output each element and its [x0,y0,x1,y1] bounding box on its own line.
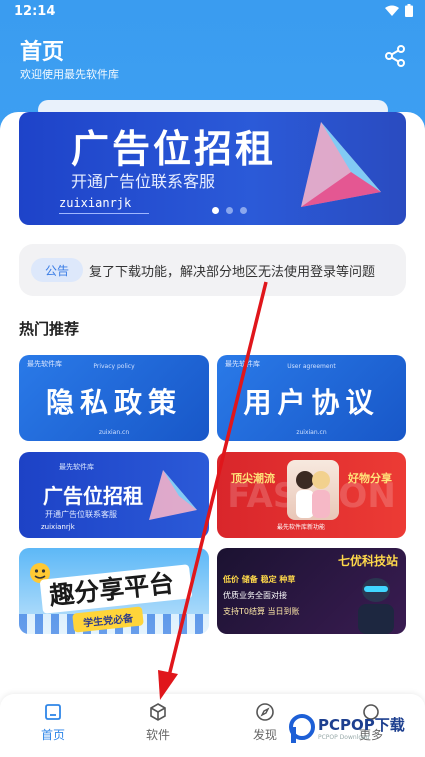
tile-top-label: 最先软件库 [59,463,94,471]
watermark-text: PCPOP下载 [318,716,405,734]
tile-mid-label: 开通广告位联系客服 [45,510,117,519]
status-time: 12:14 [14,4,56,19]
tile-bottom-label: zuixian.cn [98,429,130,436]
tile-mid-label: Privacy policy [93,363,135,370]
share-icon [385,45,405,67]
triangle-decoration [149,470,197,520]
tile-title: 隐私政策 [45,386,182,419]
tab-software[interactable]: 软件 [128,702,188,743]
tile-caption: 最先软件库新功能 [277,524,326,531]
tab-label: 软件 [145,728,170,742]
tab-label: 首页 [40,728,65,742]
cube-icon [150,703,166,721]
tile-ad-space[interactable]: 最先软件库 广告位招租 开通广告位联系客服 zuixianrjk [19,452,209,538]
banner-dot[interactable] [226,207,233,214]
banner-headline: 广告位招租 [71,127,277,171]
tile-title: 广告位招租 [43,484,143,508]
status-icons [385,4,413,17]
tile-bottom-label: zuixianrjk [41,523,75,531]
tile-line3: 支持T0结算 当日到账 [223,607,300,616]
page-subtitle: 欢迎使用最先软件库 [20,68,119,81]
notice-badge: 公告 [31,258,83,282]
status-bar: 12:14 [0,0,425,24]
tile-title: 七优科技站 [337,554,398,568]
robot-figure-icon [358,578,394,634]
ad-banner[interactable]: 广告位招租 开通广告位联系客服 zuixianrjk [19,112,406,225]
banner-brand: zuixianrjk [59,196,132,210]
tile-title-right: 好物分享 [348,472,392,485]
home-icon [45,704,61,720]
tile-mid-label: User agreement [287,363,336,370]
tile-line1: 低价 储备 稳定 种草 [223,575,296,584]
pcpop-logo-icon [289,714,315,743]
triangle-decoration [301,122,381,207]
tile-fun-share[interactable]: 趣分享平台 学生党必备 [19,548,209,634]
tile-title: 用户协议 [243,386,380,419]
section-title-hot: 热门推荐 [19,320,80,338]
compass-icon [256,703,274,721]
tile-bottom-label: zuixian.cn [296,429,327,436]
notice-text: 复了下载功能，解决部分地区无法使用登录等问题 [89,265,376,280]
watermark: PCPOP下载 PCPOP Download [286,710,420,752]
notice-bar[interactable]: 公告 复了下载功能，解决部分地区无法使用登录等问题 [19,244,406,296]
tile-tech-station[interactable]: 七优科技站 低价 储备 稳定 种草 优质业务全面对接 支持T0结算 当日到账 [217,548,406,634]
tile-title-left: 顶尖潮流 [231,472,275,485]
banner-subline: 开通广告位联系客服 [71,172,216,191]
watermark-sub: PCPOP Download [318,734,370,741]
tab-home[interactable]: 首页 [23,702,83,743]
photo-placeholder [287,460,339,520]
people-icon [296,471,330,518]
banner-brand-underline [59,213,149,214]
tile-privacy-policy[interactable]: 最先软件库 Privacy policy 隐私政策 zuixian.cn [19,355,209,441]
banner-dot[interactable] [240,207,247,214]
tile-line2: 优质业务全面对接 [223,591,287,600]
tile-user-agreement[interactable]: 最先软件库 User agreement 用户协议 zuixian.cn [217,355,406,441]
tile-title: 趣分享平台 [47,568,176,611]
share-button[interactable] [383,44,407,68]
banner-pagination [212,207,247,214]
page-title: 首页 [20,40,65,65]
battery-icon [405,4,413,17]
banner-dot[interactable] [212,207,219,214]
wifi-icon [385,5,399,16]
tile-fashion[interactable]: FASHION 顶尖潮流 好物分享 最先软件库新功能 [217,452,406,538]
